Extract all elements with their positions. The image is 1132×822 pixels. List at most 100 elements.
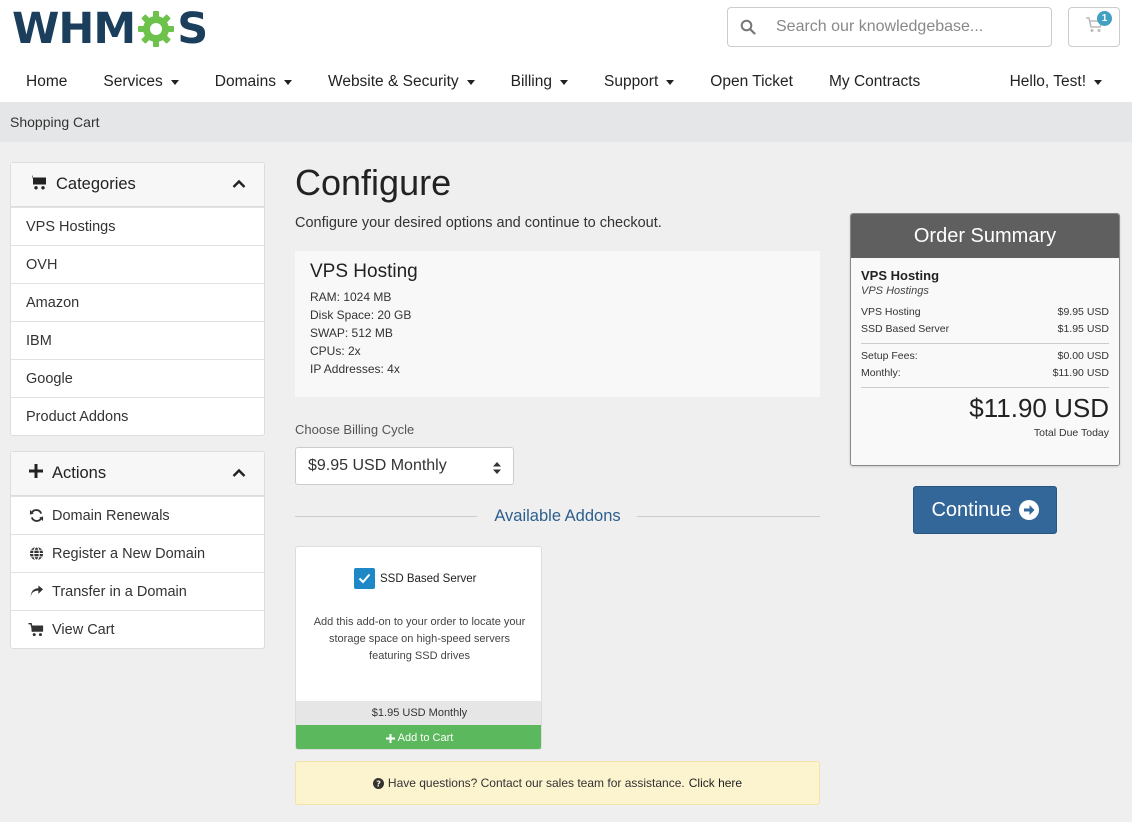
logo-text-whm: WHM [12,4,136,54]
plus-icon [385,733,395,743]
order-summary-title: Order Summary [851,214,1119,258]
shopping-cart-icon [29,174,47,195]
help-click-here-link[interactable]: Click here [689,776,742,790]
globe-icon [26,546,46,561]
addon-card: SSD Based Server Add this add-on to your… [295,546,542,750]
product-spec: RAM: 1024 MB [310,290,392,304]
order-summary-body: VPS Hosting VPS Hostings VPS Hosting $9.9… [851,258,1119,465]
summary-line-value: $1.95 USD [1057,323,1109,335]
summary-line: VPS Hosting $9.95 USD [861,304,1109,321]
page-title: Configure [295,162,452,203]
category-label: Product Addons [26,408,129,425]
category-item[interactable]: OVH [11,245,264,283]
action-label: Transfer in a Domain [52,583,187,600]
help-text: Have questions? Contact our sales team f… [387,776,685,790]
product-info: VPS Hosting RAM: 1024 MB Disk Space: 20 … [295,251,820,397]
knowledgebase-search[interactable] [727,7,1052,47]
action-register-domain[interactable]: Register a New Domain [11,534,264,572]
summary-product-group: VPS Hostings [861,285,929,297]
plus-icon [29,464,43,483]
chevron-up-icon[interactable] [232,465,246,483]
actions-panel: Actions Domain Renewals Register a New D… [10,451,265,649]
nav-label: Domains [214,73,276,90]
cart-button[interactable]: 1 [1068,7,1120,47]
category-item[interactable]: Amazon [11,283,264,321]
nav-label: Support [603,73,659,90]
summary-total-label: Total Due Today [1033,427,1109,439]
continue-button[interactable]: Continue [913,486,1057,534]
summary-divider [861,343,1109,344]
share-arrow-icon [26,584,46,599]
billing-cycle-select[interactable]: $9.95 USD Monthly [295,447,514,485]
summary-fee: Monthly: $11.90 USD [861,365,1109,382]
nav-open-ticket[interactable]: Open Ticket [698,73,793,91]
category-item[interactable]: VPS Hostings [11,207,264,245]
addon-checkbox[interactable] [354,568,375,589]
cart-count-badge: 1 [1097,11,1112,26]
category-item[interactable]: Product Addons [11,397,264,435]
categories-panel-header[interactable]: Categories [11,163,264,207]
nav-my-contracts[interactable]: My Contracts [817,73,920,91]
add-to-cart-label: Add to Cart [397,732,454,744]
nav-domains[interactable]: Domains [203,73,292,91]
caret-down-icon [666,79,675,85]
category-label: OVH [26,256,58,273]
summary-total: $11.90 USD [969,393,1109,423]
divider-line [637,516,820,517]
breadcrumb: Shopping Cart [0,102,1132,142]
summary-fee-value: $0.00 USD [1057,350,1109,362]
summary-product-name: VPS Hosting [861,268,940,283]
action-transfer-domain[interactable]: Transfer in a Domain [11,572,264,610]
actions-title: Actions [52,464,107,482]
nav-services[interactable]: Services [91,73,179,91]
refresh-icon [26,508,46,523]
category-label: Amazon [26,294,80,311]
summary-line-label: VPS Hosting [861,306,921,318]
nav-label: Home [26,73,68,90]
action-view-cart[interactable]: View Cart [11,610,264,648]
caret-down-icon [170,79,179,85]
chevron-up-icon[interactable] [232,176,246,194]
main-nav: Home Services Domains Website & Security… [14,64,944,100]
nav-home[interactable]: Home [14,73,67,91]
continue-label: Continue [931,498,1012,521]
summary-fee-value: $11.90 USD [1052,367,1109,379]
nav-label: Services [103,73,163,90]
nav-support[interactable]: Support [592,73,675,91]
addons-divider: Available Addons [295,507,820,527]
search-input[interactable] [768,18,1038,36]
action-domain-renewals[interactable]: Domain Renewals [11,496,264,534]
addon-select[interactable]: SSD Based Server [354,568,477,589]
nav-billing[interactable]: Billing [499,73,568,91]
caret-down-icon [283,79,292,85]
product-spec: SWAP: 512 MB [310,326,393,340]
nav-label: Website & Security [327,73,459,90]
category-label: IBM [26,332,52,349]
breadcrumb-current: Shopping Cart [10,114,100,130]
caret-down-icon [466,79,475,85]
action-label: View Cart [52,621,115,638]
addon-desc-bold: SSD [414,650,438,662]
nav-website-security[interactable]: Website & Security [316,73,475,91]
summary-line: SSD Based Server $1.95 USD [861,321,1109,338]
action-label: Domain Renewals [52,507,170,524]
site-header: WHM S 1 Home [0,0,1132,102]
category-item[interactable]: IBM [11,321,264,359]
arrow-circle-right-icon [1018,500,1039,520]
summary-fee-label: Monthly: [861,367,901,379]
summary-divider [861,387,1109,388]
summary-line-value: $9.95 USD [1057,306,1109,318]
sales-help-alert: ? Have questions? Contact our sales team… [295,761,820,805]
user-menu[interactable]: Hello, Test! [1010,64,1102,100]
add-to-cart-button[interactable]: Add to Cart [296,725,541,749]
page-subtitle: Configure your desired options and conti… [295,215,662,231]
action-label: Register a New Domain [52,545,206,562]
category-item[interactable]: Google [11,359,264,397]
question-circle-icon: ? [372,777,384,789]
product-spec: IP Addresses: 4x [310,362,400,376]
addon-name: SSD Based Server [380,572,477,585]
whmcs-logo[interactable]: WHM S [12,4,208,54]
logo-text-s: S [177,4,208,54]
select-arrows-icon [493,461,501,479]
actions-panel-header[interactable]: Actions [11,452,264,496]
